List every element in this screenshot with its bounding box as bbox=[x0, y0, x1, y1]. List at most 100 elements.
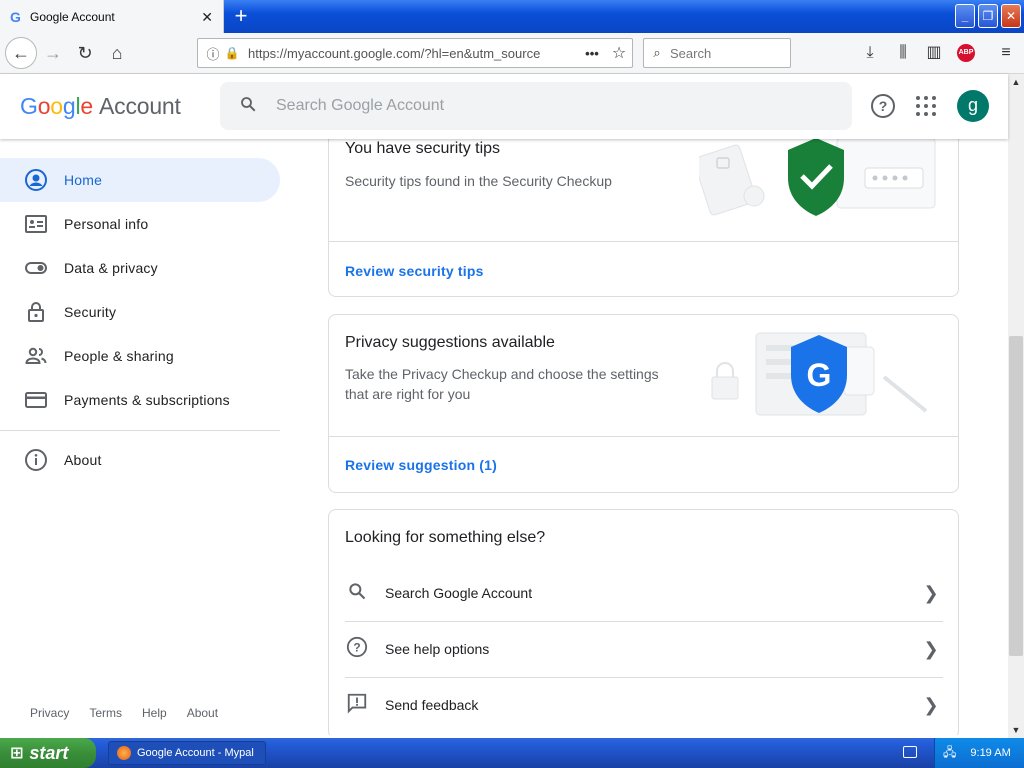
footer-link-help[interactable]: Help bbox=[142, 706, 167, 720]
feedback-icon bbox=[345, 692, 369, 719]
search-icon: ⌕ bbox=[653, 45, 661, 60]
svg-text:?: ? bbox=[353, 640, 360, 654]
logo-letter: e bbox=[80, 93, 93, 119]
row-label: Search Google Account bbox=[385, 585, 533, 601]
google-account-header: GoogleAccount ? bbox=[0, 74, 1008, 139]
sidebar-item-label: Security bbox=[64, 304, 117, 320]
card-title: Looking for something else? bbox=[345, 529, 546, 546]
browser-app-icon bbox=[117, 746, 131, 760]
adblock-plus-icon[interactable]: ABP bbox=[957, 44, 975, 62]
help-circle-icon: ? bbox=[345, 636, 369, 663]
card-description: Security tips found in the Security Chec… bbox=[345, 173, 612, 189]
chevron-right-icon: ❯ bbox=[923, 694, 939, 715]
toggle-icon bbox=[24, 256, 48, 280]
page-scrollbar[interactable]: ▲ ▼ bbox=[1008, 74, 1024, 738]
logo-letter: o bbox=[50, 93, 63, 119]
browser-toolbar: ← → ↻ ⌂ ⓘ 🔒 https://myaccount.google.com… bbox=[0, 33, 1024, 74]
forward-button[interactable]: → bbox=[38, 38, 68, 68]
url-text[interactable]: https://myaccount.google.com/?hl=en&utm_… bbox=[248, 46, 578, 61]
window-maximize-button[interactable]: ❐ bbox=[978, 4, 998, 28]
start-button[interactable]: ⊞ start bbox=[0, 738, 96, 768]
sidebar-item-label: Data & privacy bbox=[64, 260, 158, 276]
search-account-row[interactable]: Search Google Account ❯ bbox=[345, 565, 943, 621]
back-button[interactable]: ← bbox=[5, 37, 37, 69]
sidebar-item-security[interactable]: Security bbox=[0, 290, 280, 334]
windows-flag-icon: ⊞ bbox=[10, 745, 24, 762]
card-title: Privacy suggestions available bbox=[345, 334, 555, 351]
scroll-up-arrow-icon[interactable]: ▲ bbox=[1008, 74, 1024, 90]
footer-link-about[interactable]: About bbox=[187, 706, 218, 720]
new-tab-button[interactable]: + bbox=[228, 3, 254, 29]
browser-search-placeholder: Search bbox=[670, 45, 712, 61]
send-feedback-row[interactable]: Send feedback ❯ bbox=[345, 677, 943, 733]
page-actions-icon[interactable]: ••• bbox=[578, 46, 606, 61]
svg-text:G: G bbox=[807, 357, 832, 393]
security-tips-card: You have security tips Security tips fou… bbox=[328, 139, 959, 297]
account-circle-icon bbox=[24, 168, 48, 192]
library-icon[interactable]: ⫼ bbox=[889, 38, 917, 68]
footer-links: Privacy Terms Help About bbox=[30, 706, 218, 720]
privacy-suggestions-card: Privacy suggestions available Take the P… bbox=[328, 314, 959, 493]
footer-link-terms[interactable]: Terms bbox=[89, 706, 122, 720]
sidebar-item-personal-info[interactable]: Personal info bbox=[0, 202, 280, 246]
help-options-row[interactable]: ? See help options ❯ bbox=[345, 621, 943, 677]
sidebar-item-payments[interactable]: Payments & subscriptions bbox=[0, 378, 280, 422]
sidebar-item-home[interactable]: Home bbox=[0, 158, 280, 202]
logo-letter: G bbox=[20, 93, 38, 119]
reload-button[interactable]: ↻ bbox=[70, 38, 100, 68]
review-suggestion-link[interactable]: Review suggestion (1) bbox=[345, 457, 497, 473]
row-label: See help options bbox=[385, 641, 490, 657]
network-icon[interactable]: 🖧 bbox=[943, 743, 956, 764]
menu-hamburger-icon[interactable]: ≡ bbox=[992, 38, 1020, 68]
google-apps-icon[interactable] bbox=[914, 94, 938, 118]
chevron-right-icon: ❯ bbox=[923, 582, 939, 603]
logo-letter: o bbox=[37, 93, 51, 119]
taskbar-window-button[interactable]: Google Account - Mypal bbox=[108, 741, 266, 765]
avatar[interactable]: g bbox=[957, 90, 989, 122]
sidebar-item-label: People & sharing bbox=[64, 348, 174, 364]
sidebar-item-label: About bbox=[64, 452, 102, 468]
browser-tab-strip: G Google Account ✕ + _ ❐ ✕ bbox=[0, 0, 1024, 34]
scroll-thumb[interactable] bbox=[1009, 336, 1023, 656]
main-content: You have security tips Security tips fou… bbox=[300, 139, 1008, 735]
start-label: start bbox=[29, 742, 69, 763]
sidebar-item-people-sharing[interactable]: People & sharing bbox=[0, 334, 280, 378]
bookmark-star-icon[interactable]: ☆ bbox=[606, 43, 632, 63]
account-search-box[interactable] bbox=[220, 82, 852, 130]
browser-search-box[interactable]: ⌕ Search bbox=[643, 38, 791, 68]
clock: 9:19 AM bbox=[970, 747, 1011, 759]
scroll-down-arrow-icon[interactable]: ▼ bbox=[1008, 722, 1024, 738]
sidebar-item-label: Home bbox=[64, 172, 103, 188]
browser-tab[interactable]: G Google Account ✕ bbox=[0, 0, 224, 34]
sidebar-toggle-icon[interactable]: ▥ bbox=[920, 38, 948, 68]
logo-letter: g bbox=[62, 93, 76, 119]
info-icon bbox=[24, 448, 48, 472]
account-search-input[interactable] bbox=[276, 97, 816, 115]
google-account-logo[interactable]: Google Account bbox=[20, 93, 181, 120]
secure-lock-icon: 🔒 bbox=[224, 46, 240, 60]
review-security-tips-link[interactable]: Review security tips bbox=[345, 263, 484, 279]
home-button[interactable]: ⌂ bbox=[102, 38, 132, 68]
google-favicon-icon: G bbox=[10, 9, 21, 25]
taskbar-window-label: Google Account - Mypal bbox=[137, 747, 254, 759]
address-bar[interactable]: ⓘ 🔒 https://myaccount.google.com/?hl=en&… bbox=[197, 38, 633, 68]
sidebar-item-data-privacy[interactable]: Data & privacy bbox=[0, 246, 280, 290]
window-close-button[interactable]: ✕ bbox=[1001, 4, 1021, 28]
help-icon[interactable]: ? bbox=[871, 94, 895, 118]
looking-for-something-else-card: Looking for something else? Search Googl… bbox=[328, 509, 959, 735]
keyboard-icon[interactable] bbox=[903, 746, 917, 758]
footer-link-privacy[interactable]: Privacy bbox=[30, 706, 69, 720]
card-divider bbox=[329, 241, 958, 242]
privacy-shield-illustration: G bbox=[711, 332, 928, 416]
logo-product-name: Account bbox=[99, 93, 181, 119]
site-info-icon[interactable]: ⓘ bbox=[202, 44, 224, 63]
search-icon bbox=[345, 581, 369, 606]
sidebar-item-about[interactable]: About bbox=[0, 438, 280, 482]
card-description: Take the Privacy Checkup and choose the … bbox=[345, 366, 659, 402]
card-divider bbox=[329, 436, 958, 437]
system-tray: 🖧 9:19 AM bbox=[934, 738, 1024, 768]
downloads-icon[interactable]: ⤓ bbox=[856, 38, 884, 68]
windows-taskbar: ⊞ start Google Account - Mypal 🖧 9:19 AM bbox=[0, 738, 1024, 768]
window-minimize-button[interactable]: _ bbox=[955, 4, 975, 28]
tab-close-icon[interactable]: ✕ bbox=[201, 9, 213, 26]
